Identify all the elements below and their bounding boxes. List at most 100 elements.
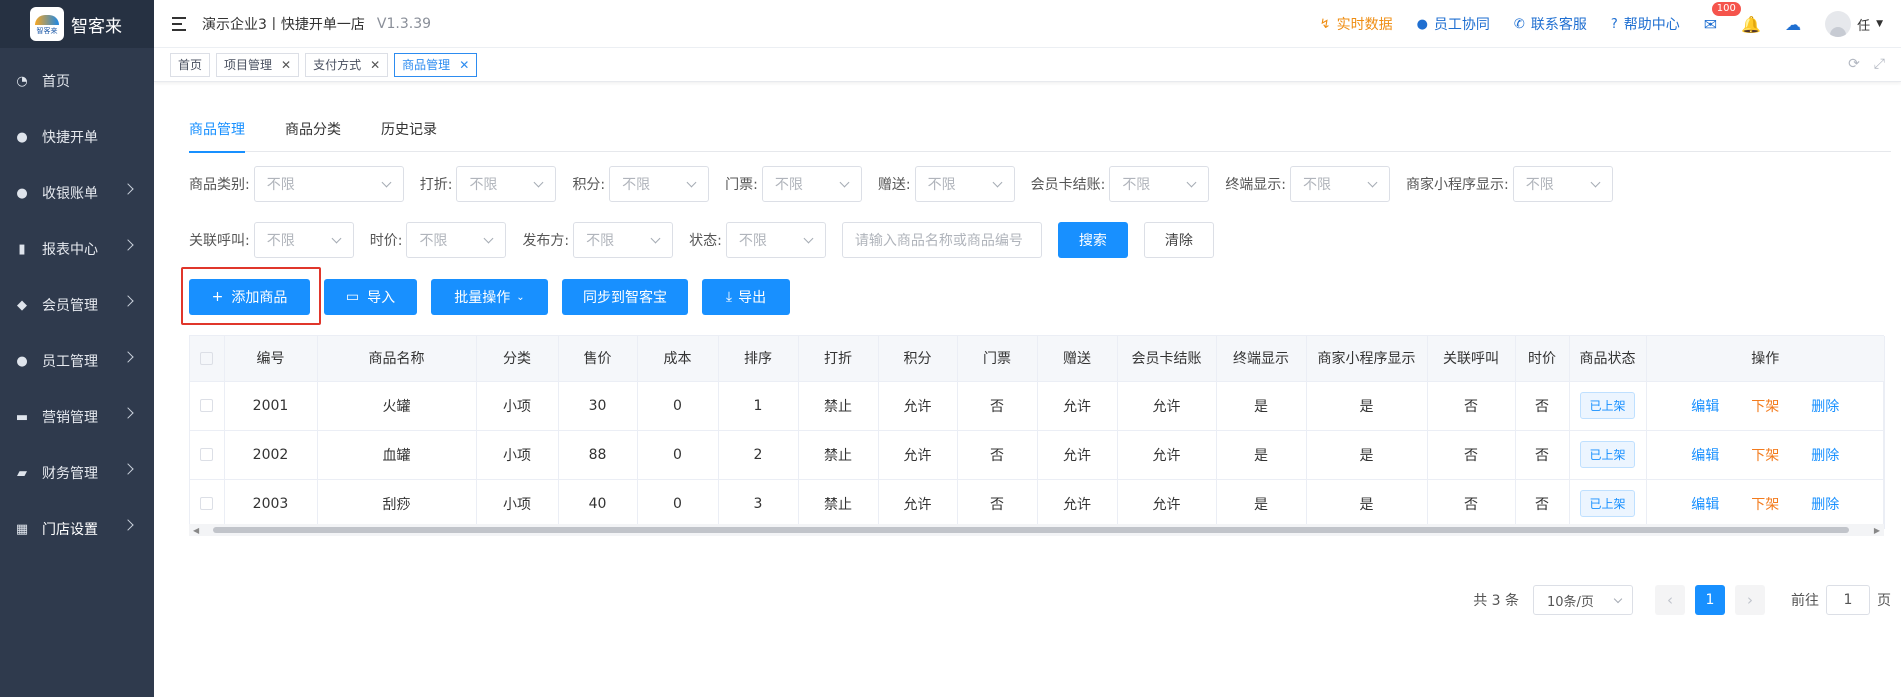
offshelf-link[interactable]: 下架 [1751, 497, 1779, 513]
clear-button[interactable]: 清除 [1143, 222, 1214, 258]
edit-link[interactable]: 编辑 [1691, 399, 1719, 415]
table-row: 2003 刮痧 小项 40 0 3 禁止 允许否允许 允许是是否否已上架 编辑 下架 删除 [190, 479, 1885, 529]
row-checkbox[interactable] [200, 399, 214, 412]
tab-product-management[interactable]: 商品管理 ✕ [394, 52, 478, 77]
page-size-select[interactable]: 10条/页 [1533, 585, 1633, 615]
select-all-checkbox[interactable] [200, 351, 214, 365]
sidebar-item-quick-order[interactable]: ● 快捷开单 [0, 109, 154, 165]
gift-select[interactable]: 不限 [914, 166, 1015, 202]
search-button[interactable]: 搜索 [1057, 222, 1128, 258]
filter-row-1: 商品类别: 不限 打折: 不限 积分: 不限 门票: 不限 赠送: 不限 会员卡… [189, 166, 1629, 202]
refresh-icon[interactable]: ⟳ [1848, 56, 1860, 72]
status-select[interactable]: 不限 [725, 222, 826, 258]
tab-payment-methods[interactable]: 支付方式 ✕ [305, 52, 389, 77]
miniprogram-display-select[interactable]: 不限 [1512, 166, 1613, 202]
table-cell: 是 [1306, 430, 1428, 480]
sidebar-item-cashier[interactable]: ● 收银账单 [0, 165, 154, 221]
search-input[interactable]: 请输入商品名称或商品编号 [841, 222, 1042, 258]
table-header: 编号 商品名称 分类 售价 成本 排序 打折 积分 门票 赠送 会员卡结账 终端… [190, 336, 1885, 382]
delete-link[interactable]: 删除 [1811, 497, 1839, 513]
import-button[interactable]: ▭ 导入 [324, 279, 417, 315]
col-header: 关联呼叫 [1427, 336, 1516, 382]
trend-icon: ↯ [1319, 16, 1331, 32]
edit-link[interactable]: 编辑 [1691, 497, 1719, 513]
points-select[interactable]: 不限 [609, 166, 710, 202]
sidebar-item-finance[interactable]: ▰ 财务管理 [0, 445, 154, 501]
action-bar: + 添加商品 ▭ 导入 批量操作 ⌄ 同步到智客宝 ⤓ 导出 [189, 279, 804, 315]
batch-actions-button[interactable]: 批量操作 ⌄ [431, 279, 548, 315]
subtab-categories[interactable]: 商品分类 [285, 120, 341, 152]
price-select[interactable]: 不限 [406, 222, 507, 258]
realtime-data-link[interactable]: ↯ 实时数据 [1320, 14, 1393, 34]
page-number-current[interactable]: 1 [1695, 585, 1725, 615]
sync-button[interactable]: 同步到智客宝 [562, 279, 688, 315]
row-checkbox[interactable] [200, 497, 214, 510]
contact-service-link[interactable]: ✆ 联系客服 [1514, 14, 1587, 34]
sidebar-item-staff[interactable]: ● 员工管理 [0, 333, 154, 389]
chevron-right-icon [122, 463, 134, 475]
horizontal-scrollbar[interactable]: ◀ ▶ [189, 524, 1884, 536]
scroll-left-icon[interactable]: ◀ [193, 526, 199, 535]
table-cell: 禁止 [798, 381, 879, 431]
goto-page-input[interactable]: 1 [1826, 585, 1870, 615]
delete-link[interactable]: 删除 [1811, 448, 1839, 464]
publisher-select[interactable]: 不限 [573, 222, 674, 258]
table-cell: 否 [957, 479, 1038, 529]
help-center-link[interactable]: ? 帮助中心 [1611, 14, 1680, 34]
tab-project-management[interactable]: 项目管理 ✕ [216, 52, 300, 77]
bell-icon[interactable]: 🔔 [1741, 15, 1761, 34]
sidebar-item-reports[interactable]: ▮ 报表中心 [0, 221, 154, 277]
fullscreen-icon[interactable]: ⤢ [1874, 56, 1885, 72]
briefcase-icon: ▬ [15, 409, 29, 425]
menu-toggle-icon[interactable] [172, 16, 188, 31]
export-button[interactable]: ⤓ 导出 [702, 279, 790, 315]
brand[interactable]: 智客来 智客来 [0, 0, 154, 48]
table-cell: 否 [1515, 479, 1570, 529]
subtab-history[interactable]: 历史记录 [381, 120, 437, 152]
close-icon[interactable]: ✕ [370, 58, 380, 72]
call-select[interactable]: 不限 [253, 222, 354, 258]
close-icon[interactable]: ✕ [281, 58, 291, 72]
add-product-button[interactable]: + 添加商品 [189, 279, 310, 315]
ticket-select[interactable]: 不限 [761, 166, 862, 202]
sidebar-item-marketing[interactable]: ▬ 营销管理 [0, 389, 154, 445]
discount-select[interactable]: 不限 [456, 166, 557, 202]
chevron-right-icon [122, 183, 134, 195]
table-cell: 30 [558, 381, 638, 431]
col-header: 商品状态 [1569, 336, 1647, 382]
sidebar-item-store-settings[interactable]: ▦ 门店设置 [0, 501, 154, 557]
sidebar-item-home[interactable]: ◔ 首页 [0, 53, 154, 109]
offshelf-link[interactable]: 下架 [1751, 399, 1779, 415]
table-cell: 否 [1427, 430, 1516, 480]
mail-button[interactable]: ✉ 100 [1704, 1, 1741, 34]
subtab-products[interactable]: 商品管理 [189, 120, 245, 153]
tabs-bar: 首页 项目管理 ✕ 支付方式 ✕ 商品管理 ✕ ⟳ ⤢ [154, 48, 1901, 82]
page-suffix: 页 [1877, 593, 1891, 609]
sidebar-item-members[interactable]: ◆ 会员管理 [0, 277, 154, 333]
grid-icon: ▦ [15, 521, 29, 537]
table-cell: 火罐 [317, 381, 477, 431]
filter-label: 商品类别: [189, 177, 250, 193]
staff-collab-link[interactable]: ● 员工协同 [1417, 14, 1490, 34]
diamond-icon: ◆ [17, 297, 27, 313]
delete-link[interactable]: 删除 [1811, 399, 1839, 415]
edit-link[interactable]: 编辑 [1691, 448, 1719, 464]
prev-page-button[interactable]: ‹ [1655, 585, 1685, 615]
scrollbar-thumb[interactable] [213, 527, 1849, 533]
next-page-button[interactable]: › [1735, 585, 1765, 615]
category-select[interactable]: 不限 [253, 166, 404, 202]
member-card-select[interactable]: 不限 [1109, 166, 1210, 202]
filter-row-2: 关联呼叫: 不限 时价: 不限 发布方: 不限 状态: 不限 请输入商品名称或商… [189, 222, 1214, 258]
scroll-right-icon[interactable]: ▶ [1874, 526, 1880, 535]
user-menu[interactable]: 任 ▼ [1825, 11, 1883, 37]
tab-home[interactable]: 首页 [170, 52, 211, 77]
table-cell: 允许 [1037, 381, 1118, 431]
offshelf-link[interactable]: 下架 [1751, 448, 1779, 464]
row-checkbox[interactable] [200, 448, 214, 461]
terminal-display-select[interactable]: 不限 [1290, 166, 1391, 202]
cloud-icon[interactable]: ☁ [1785, 15, 1801, 34]
table-cell: 允许 [1117, 381, 1217, 431]
table-cell: 2001 [224, 381, 318, 431]
close-icon[interactable]: ✕ [459, 58, 469, 72]
table-cell: 禁止 [798, 479, 879, 529]
